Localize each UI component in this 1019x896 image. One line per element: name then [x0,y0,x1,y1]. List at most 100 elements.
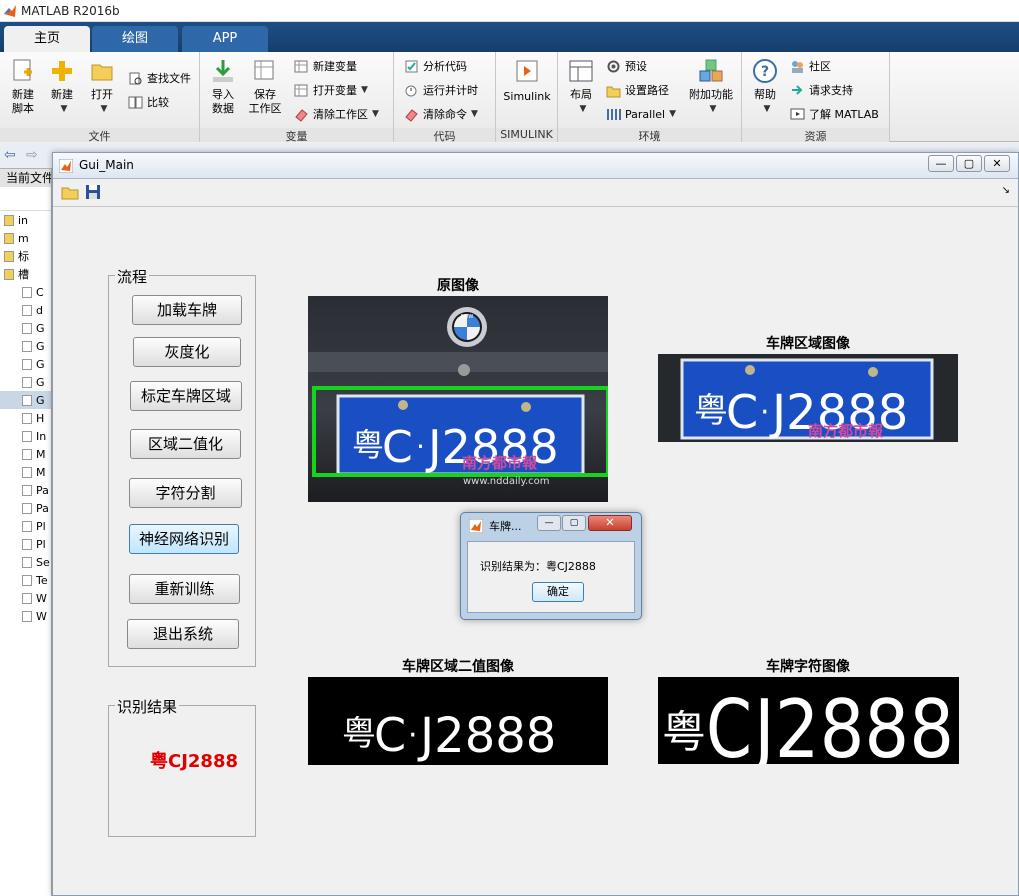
dialog-maximize-icon[interactable]: ▢ [562,515,586,531]
minimize-icon[interactable]: — [928,155,954,172]
binary-image-canvas: 粤 C · J2888 [342,708,556,764]
grayscale-button[interactable]: 灰度化 [133,337,241,367]
gui-main-title: Gui_Main [79,158,134,172]
plate-region-title: 车牌区域图像 [766,336,850,352]
file-list-item[interactable]: G [0,319,51,337]
tab-plots[interactable]: 绘图 [92,26,178,52]
simulink-button[interactable]: Simulink [502,58,552,104]
load-plate-button[interactable]: 加载车牌 [132,295,242,325]
analyze-code-label: 分析代码 [423,60,467,73]
file-list-item[interactable]: C [0,283,51,301]
clear-commands-dropdown-icon: ▼ [471,109,478,119]
clear-commands-button[interactable]: 清除命令 ▼ [404,104,478,124]
file-list-item[interactable]: W [0,607,51,625]
file-list-item[interactable]: G [0,373,51,391]
file-list-label: G [36,393,45,407]
file-list-item[interactable]: Pa [0,481,51,499]
binary-plate-dot: · [408,718,418,753]
new-variable-button[interactable]: 新建变量 [294,56,357,76]
new-variable-label: 新建变量 [313,60,357,73]
file-list-item[interactable]: Pl [0,517,51,535]
current-folder-list: in m 标槽 Cd G G G G G H In M M Pa Pa Pl Pl Se Te W W [0,211,51,625]
file-list-item[interactable]: Te [0,571,51,589]
group-code-label: 代码 [394,128,495,143]
figure-toolbar: ↘ [53,179,1018,207]
set-path-button[interactable]: 设置路径 [606,80,669,100]
back-arrow-icon[interactable]: ⇦ [4,147,16,163]
file-list-item[interactable]: G [0,337,51,355]
open-folder-icon[interactable] [61,184,79,200]
file-list-item[interactable]: M [0,445,51,463]
file-list-item[interactable]: 标 [0,247,51,265]
help-icon: ? [752,58,778,84]
app-titlebar: MATLAB R2016b [0,0,1019,22]
compare-button[interactable]: 比较 [128,92,169,112]
open-variable-button[interactable]: 打开变量 ▼ [294,80,368,100]
original-plate-letter: C [382,422,413,473]
binary-image: 粤 C · J2888 [308,677,608,765]
file-list-item[interactable]: Pa [0,499,51,517]
analyze-code-button[interactable]: 分析代码 [404,56,467,76]
file-list-item[interactable]: 槽 [0,265,51,283]
matlab-logo-icon [4,4,16,17]
file-list-item[interactable]: m [0,229,51,247]
find-files-button[interactable]: 查找文件 [128,68,191,88]
new-button[interactable]: 新建 ▼ [46,58,78,116]
close-icon[interactable]: ✕ [984,155,1010,172]
file-list-item[interactable]: in [0,211,51,229]
maximize-icon[interactable]: ▢ [956,155,982,172]
open-button[interactable]: 打开 ▼ [86,58,118,116]
file-list-item[interactable]: G [0,355,51,373]
locate-plate-button[interactable]: 标定车牌区域 [130,381,242,411]
run-and-time-button[interactable]: 运行并计时 [404,80,478,100]
help-label: 帮助 [754,88,776,101]
file-list-item[interactable]: d [0,301,51,319]
new-script-button[interactable]: 新建 脚本 [6,58,40,116]
preferences-button[interactable]: 预设 [606,56,647,76]
layout-button[interactable]: 布局 ▼ [564,58,598,116]
clear-workspace-button[interactable]: 清除工作区 ▼ [294,104,379,124]
toolbar-overflow-icon[interactable]: ↘ [1002,185,1010,196]
dialog-close-icon[interactable]: ✕ [588,515,632,531]
dialog-minimize-icon[interactable]: — [537,515,561,531]
tab-apps[interactable]: APP [182,26,268,52]
help-button[interactable]: ? 帮助 ▼ [748,58,782,116]
clear-commands-icon [405,108,418,122]
file-list-item[interactable]: Se [0,553,51,571]
file-icon [22,484,32,496]
group-file-label: 文件 [0,128,199,143]
request-support-button[interactable]: 请求支持 [790,80,853,100]
folder-icon [4,214,14,226]
learn-matlab-button[interactable]: 了解 MATLAB [790,104,879,124]
save-disk-icon[interactable] [85,184,101,200]
segment-chars-button[interactable]: 字符分割 [129,478,242,508]
binary-plate-province: 粤 [342,714,376,754]
file-list-label: d [36,303,43,317]
tab-home[interactable]: 主页 [4,26,90,52]
new-variable-icon [294,60,308,72]
file-list-item[interactable]: H [0,409,51,427]
add-ons-button[interactable]: 附加功能 ▼ [686,58,736,116]
file-list-item[interactable]: G [0,391,51,409]
file-list-item[interactable]: W [0,589,51,607]
result-text: 粤CJ2888 [149,751,238,772]
ribbon: 新建 脚本 新建 ▼ 打开 ▼ 查找文件 比较 文件 导入 数据 保存 工作区 … [0,52,1019,143]
forward-arrow-icon[interactable]: ⇨ [26,147,38,163]
current-folder-pane: 当前文件 in m 标槽 Cd G G G G G H In M M Pa Pa Pl Pl Se Te W W [0,169,52,896]
binarize-button[interactable]: 区域二值化 [130,429,241,459]
ok-button[interactable]: 确定 [532,582,584,602]
file-list-item[interactable]: M [0,463,51,481]
file-list-item[interactable]: In [0,427,51,445]
community-button[interactable]: 社区 [790,56,831,76]
exit-button[interactable]: 退出系统 [127,619,239,649]
file-list-label: G [36,339,45,353]
svg-text:?: ? [761,64,769,80]
file-list-item[interactable]: Pl [0,535,51,553]
nn-recognize-button[interactable]: 神经网络识别 [129,524,239,554]
retrain-button[interactable]: 重新训练 [129,574,240,604]
ribbon-tabstrip: 主页 绘图 APP [0,22,1019,52]
import-data-button[interactable]: 导入 数据 [206,58,240,116]
save-workspace-button[interactable]: 保存 工作区 [248,58,282,116]
parallel-button[interactable]: Parallel ▼ [606,104,676,124]
learn-matlab-label: 了解 MATLAB [809,108,879,121]
